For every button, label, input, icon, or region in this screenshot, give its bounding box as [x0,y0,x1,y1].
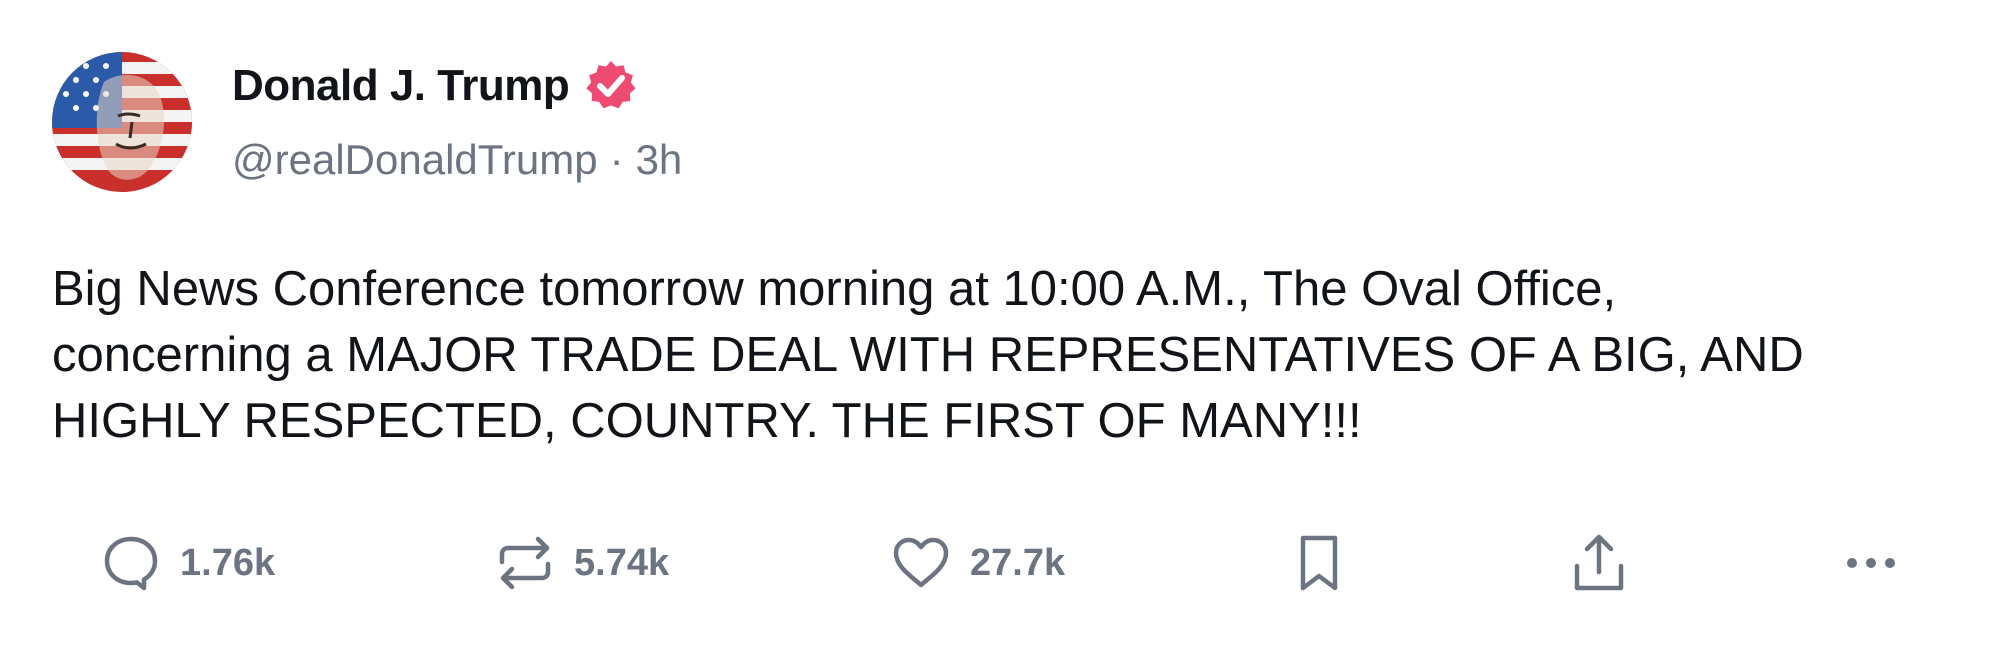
author-handle[interactable]: @realDonaldTrump [232,136,598,184]
author-name-row: Donald J. Trump [232,56,639,116]
post-text: Big News Conference tomorrow morning at … [52,262,1804,448]
repost-count: 5.74k [574,541,670,584]
repost-icon [499,536,551,590]
author-meta-row: @realDonaldTrump · 3h [232,136,682,184]
more-icon [1847,558,1895,568]
reply-icon [104,536,158,591]
reply-button[interactable]: 1.76k [100,528,275,598]
action-bar: 1.76k 5.74k 27.7k [0,528,2000,598]
avatar[interactable] [52,52,192,192]
repost-button[interactable]: 5.74k [494,528,669,598]
more-options-button[interactable] [1840,528,1902,598]
share-button[interactable] [1568,528,1630,598]
post-timestamp[interactable]: 3h [636,136,683,184]
like-count: 27.7k [970,541,1066,584]
bookmark-icon [1300,535,1338,591]
bookmark-button[interactable] [1288,528,1350,598]
author-display-name[interactable]: Donald J. Trump [232,61,570,111]
avatar-image [52,52,192,192]
share-icon [1574,534,1624,591]
heart-icon [893,537,949,588]
meta-separator: · [609,136,624,183]
post-card: Donald J. Trump @realDonaldTrump · 3h Bi… [0,0,2000,659]
verified-badge-icon [586,61,636,109]
reply-count: 1.76k [180,541,276,584]
like-button[interactable]: 27.7k [890,528,1065,598]
